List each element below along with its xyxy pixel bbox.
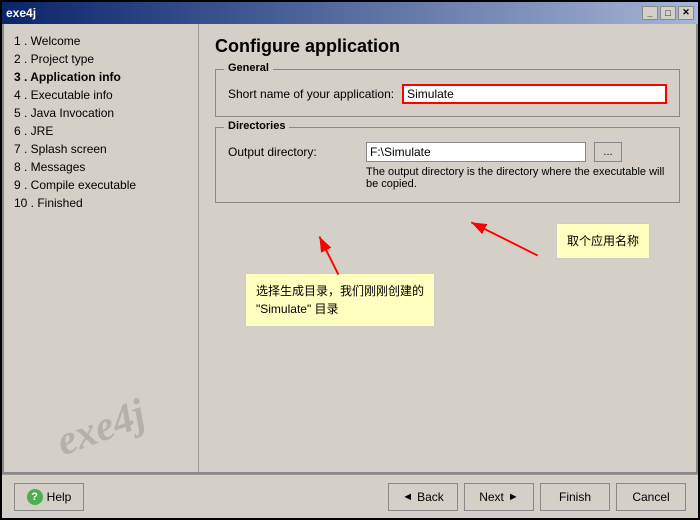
next-label: Next — [479, 490, 504, 504]
sidebar: 1 . Welcome 2 . Project type 3 . Applica… — [4, 24, 199, 473]
finish-button[interactable]: Finish — [540, 483, 610, 511]
main-window: exe4j _ □ ✕ 1 . Welcome 2 . Project type… — [0, 0, 700, 520]
directories-group: Directories Output directory: ... The ou… — [215, 127, 680, 203]
short-name-label: Short name of your application: — [228, 87, 394, 101]
page-title: Configure application — [215, 36, 680, 57]
general-group: General Short name of your application: — [215, 69, 680, 117]
cancel-button[interactable]: Cancel — [616, 483, 686, 511]
back-button[interactable]: ◄ Back — [388, 483, 458, 511]
sidebar-item-application-info[interactable]: 3 . Application info — [10, 68, 192, 86]
footer: ? Help ◄ Back Next ► Finish Cancel — [2, 474, 698, 518]
sidebar-item-executable-info[interactable]: 4 . Executable info — [10, 86, 192, 104]
general-legend: General — [224, 62, 273, 74]
title-bar-buttons: _ □ ✕ — [642, 6, 694, 20]
title-bar: exe4j _ □ ✕ — [2, 2, 698, 24]
annotations-area: 选择生成目录，我们刚刚创建的"Simulate" 目录 取个应用名称 — [215, 213, 680, 393]
footer-right: ◄ Back Next ► Finish Cancel — [388, 483, 686, 511]
callout-right-text: 取个应用名称 — [567, 234, 639, 248]
output-dir-row: Output directory: ... — [228, 142, 667, 162]
back-arrow-icon: ◄ — [402, 491, 413, 503]
content-area: Configure application General Short name… — [199, 24, 696, 473]
sidebar-item-jre[interactable]: 6 . JRE — [10, 122, 192, 140]
output-dir-input[interactable] — [366, 142, 586, 162]
finish-label: Finish — [559, 490, 591, 504]
sidebar-item-compile-executable[interactable]: 9 . Compile executable — [10, 176, 192, 194]
sidebar-watermark: exe4j — [4, 373, 199, 473]
directories-legend: Directories — [224, 120, 289, 132]
sidebar-item-welcome[interactable]: 1 . Welcome — [10, 32, 192, 50]
help-label: Help — [47, 490, 72, 504]
sidebar-item-java-invocation[interactable]: 5 . Java Invocation — [10, 104, 192, 122]
callout-left: 选择生成目录，我们刚刚创建的"Simulate" 目录 — [245, 273, 435, 327]
output-dir-hint: The output directory is the directory wh… — [366, 166, 667, 190]
help-button[interactable]: ? Help — [14, 483, 84, 511]
short-name-input[interactable] — [402, 84, 667, 104]
output-dir-label: Output directory: — [228, 145, 358, 159]
sidebar-item-messages[interactable]: 8 . Messages — [10, 158, 192, 176]
callout-left-text: 选择生成目录，我们刚刚创建的"Simulate" 目录 — [256, 284, 424, 316]
next-button[interactable]: Next ► — [464, 483, 534, 511]
sidebar-item-project-type[interactable]: 2 . Project type — [10, 50, 192, 68]
short-name-row: Short name of your application: — [228, 84, 667, 104]
help-icon: ? — [27, 489, 43, 505]
sidebar-item-finished[interactable]: 10 . Finished — [10, 194, 192, 212]
window-title: exe4j — [6, 6, 36, 20]
back-label: Back — [417, 490, 444, 504]
cancel-label: Cancel — [632, 490, 669, 504]
main-body: 1 . Welcome 2 . Project type 3 . Applica… — [2, 24, 698, 475]
next-arrow-icon: ► — [508, 491, 519, 503]
callout-right: 取个应用名称 — [556, 223, 650, 259]
maximize-button[interactable]: □ — [660, 6, 676, 20]
footer-left: ? Help — [14, 483, 84, 511]
close-button[interactable]: ✕ — [678, 6, 694, 20]
sidebar-item-splash-screen[interactable]: 7 . Splash screen — [10, 140, 192, 158]
minimize-button[interactable]: _ — [642, 6, 658, 20]
browse-button[interactable]: ... — [594, 142, 622, 162]
